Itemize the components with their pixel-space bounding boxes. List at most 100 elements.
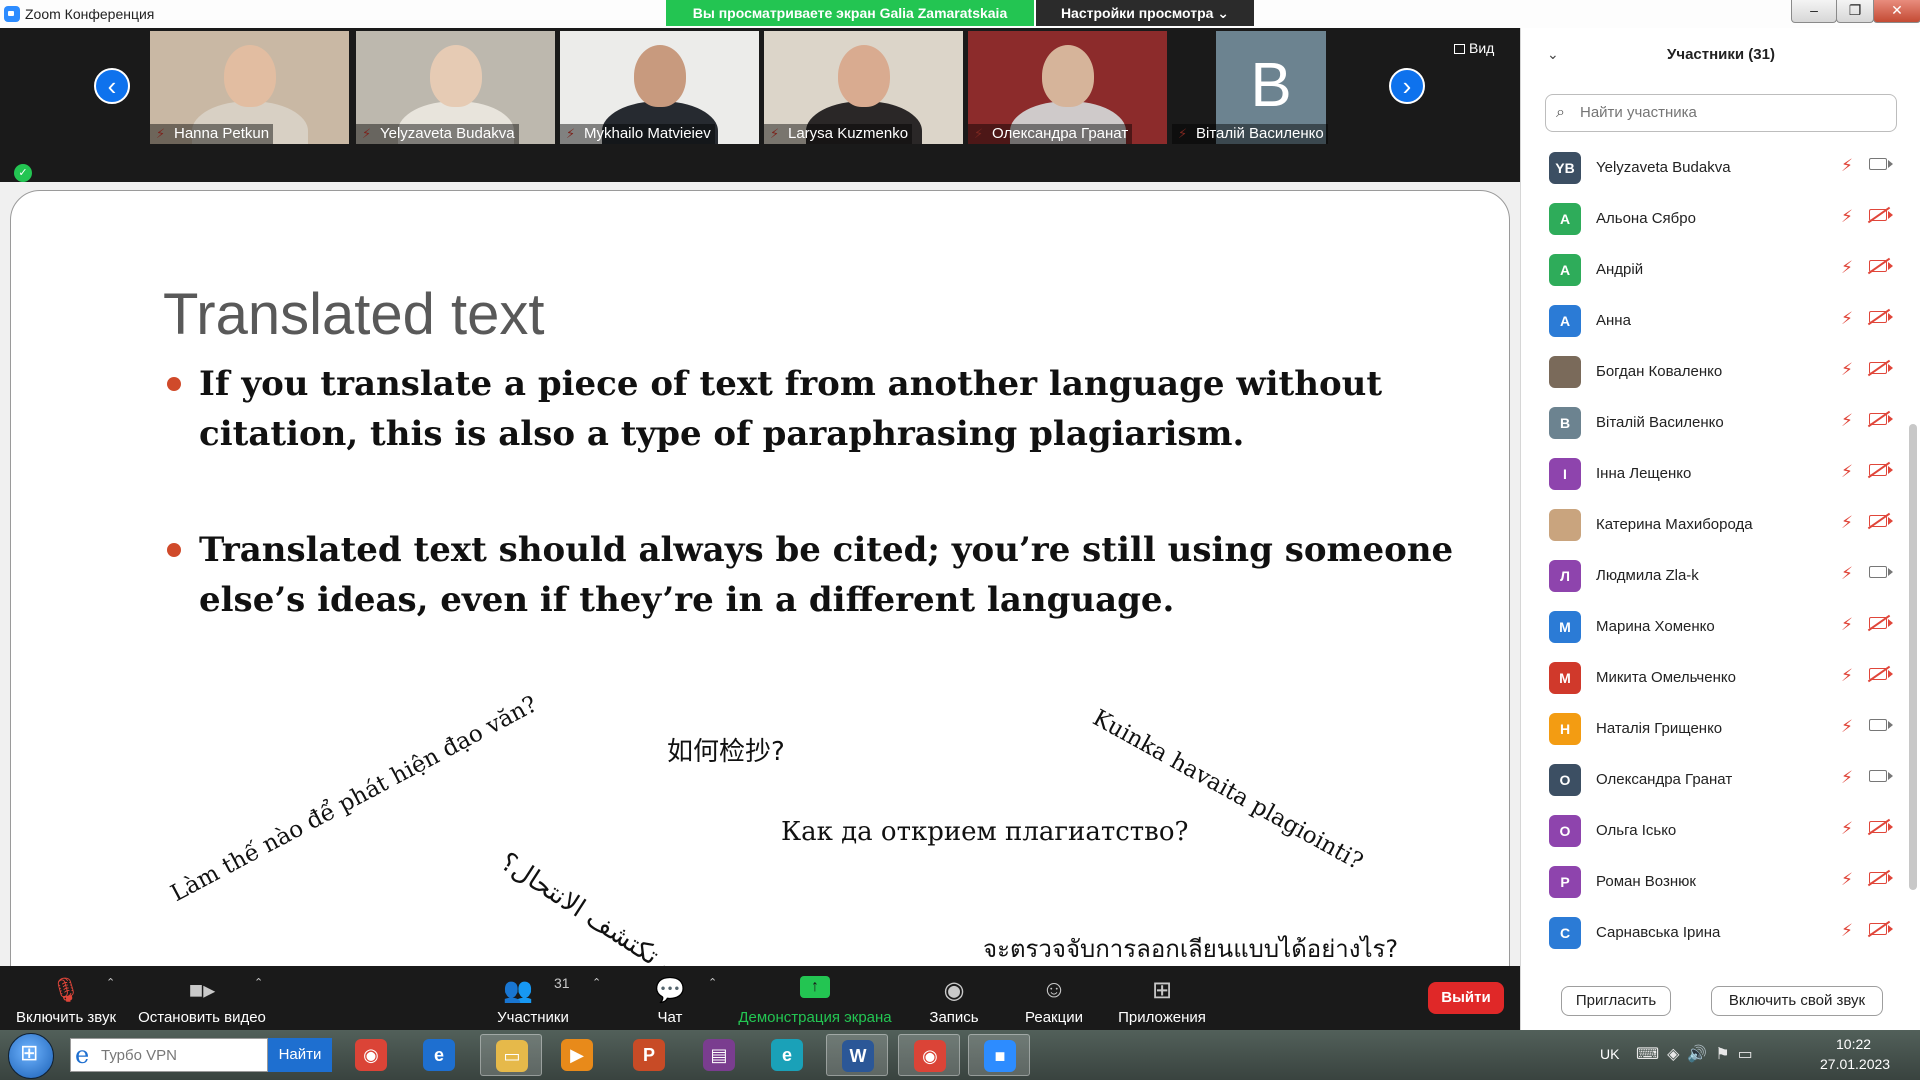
mic-muted-icon[interactable]: ⚡ <box>1841 156 1853 176</box>
invite-button[interactable]: Пригласить <box>1561 986 1671 1016</box>
camera-icon[interactable] <box>1869 770 1893 782</box>
mic-muted-icon[interactable]: ⚡ <box>1841 513 1853 533</box>
clock-time[interactable]: 10:22 <box>1836 1036 1871 1052</box>
flag-icon[interactable]: ⚑ <box>1715 1046 1737 1063</box>
maximize-button[interactable]: ❐ <box>1836 0 1874 23</box>
camera-off-icon[interactable] <box>1869 311 1893 323</box>
mic-muted-icon[interactable]: ⚡ <box>1841 258 1853 278</box>
reactions-button[interactable]: ☺ Реакции <box>1016 966 1092 1030</box>
participant-row[interactable]: С Сарнавська Ірина ⚡ <box>1521 909 1907 960</box>
audio-options-caret-icon[interactable]: ⌃ <box>106 976 115 989</box>
view-settings-dropdown[interactable]: Настройки просмотра ⌄ <box>1036 0 1254 26</box>
previous-page-arrow-icon[interactable]: ‹ <box>94 68 130 104</box>
camera-off-icon[interactable] <box>1869 362 1893 374</box>
camera-off-icon[interactable] <box>1869 617 1893 629</box>
participant-row[interactable]: Л Людмила Zla-k ⚡ <box>1521 552 1907 603</box>
participants-options-caret-icon[interactable]: ⌃ <box>592 976 601 989</box>
participant-row[interactable]: А Альона Сябро ⚡ <box>1521 195 1907 246</box>
mic-muted-icon[interactable]: ⚡ <box>1841 462 1853 482</box>
camera-off-icon[interactable] <box>1869 464 1893 476</box>
language-indicator[interactable]: UK <box>1600 1046 1619 1062</box>
participant-row[interactable]: І Інна Лещенко ⚡ <box>1521 450 1907 501</box>
participant-row[interactable]: О Ольга Ісько ⚡ <box>1521 807 1907 858</box>
camera-icon[interactable] <box>1869 566 1893 578</box>
taskbar-app-file-explorer[interactable]: ▭ <box>480 1034 542 1076</box>
mic-muted-icon[interactable]: ⚡ <box>1841 717 1853 737</box>
keyboard-icon[interactable]: ⌨ <box>1636 1046 1667 1063</box>
video-tile[interactable]: ⚡ Hanna Petkun <box>150 31 349 144</box>
camera-off-icon[interactable] <box>1869 260 1893 272</box>
participant-row[interactable]: В Віталій Василенко ⚡ <box>1521 399 1907 450</box>
security-shield-icon[interactable]: ✓ <box>14 164 32 182</box>
mic-muted-icon[interactable]: ⚡ <box>1841 768 1853 788</box>
mic-muted-icon[interactable]: ⚡ <box>1841 207 1853 227</box>
video-tile[interactable]: ⚡ Yelyzaveta Budakva <box>356 31 555 144</box>
taskbar-app-powerpoint[interactable]: P <box>618 1034 680 1076</box>
participant-row[interactable]: А Анна ⚡ <box>1521 297 1907 348</box>
participant-row[interactable]: Богдан Коваленко ⚡ <box>1521 348 1907 399</box>
participant-row[interactable]: А Андрій ⚡ <box>1521 246 1907 297</box>
mic-muted-icon[interactable]: ⚡ <box>1841 564 1853 584</box>
start-button[interactable] <box>8 1033 54 1079</box>
participant-row[interactable]: Р Роман Вознюк ⚡ <box>1521 858 1907 909</box>
chat-button[interactable]: 💬 ⌃ Чат <box>630 966 717 1030</box>
record-button[interactable]: ◉ Запись <box>918 966 990 1030</box>
participant-row[interactable]: YB Yelyzaveta Budakva ⚡ <box>1521 144 1907 195</box>
mic-muted-icon[interactable]: ⚡ <box>1841 411 1853 431</box>
panel-scrollbar[interactable] <box>1909 424 1917 890</box>
taskbar-app-media-player[interactable]: ▶ <box>546 1034 608 1076</box>
mic-muted-icon[interactable]: ⚡ <box>1841 309 1853 329</box>
video-tile[interactable]: ⚡ Mykhailo Matvieiev <box>560 31 759 144</box>
camera-icon[interactable] <box>1869 158 1893 170</box>
minimize-button[interactable]: – <box>1791 0 1837 23</box>
unmute-self-button[interactable]: Включить свой звук <box>1711 986 1883 1016</box>
close-button[interactable]: ✕ <box>1873 0 1920 23</box>
next-page-arrow-icon[interactable]: › <box>1389 68 1425 104</box>
participant-row[interactable]: О Олександра Гранат ⚡ <box>1521 756 1907 807</box>
taskbar-app-chrome-active[interactable]: ◉ <box>898 1034 960 1076</box>
chat-options-caret-icon[interactable]: ⌃ <box>708 976 717 989</box>
camera-off-icon[interactable] <box>1869 821 1893 833</box>
participant-row[interactable]: М Микита Омельченко ⚡ <box>1521 654 1907 705</box>
unmute-button[interactable]: 🎙 ⌃ Включить звук <box>0 966 132 1030</box>
participant-row[interactable]: Н Наталія Грищенко ⚡ <box>1521 705 1907 756</box>
apps-button[interactable]: ⊞ Приложения <box>1104 966 1220 1030</box>
camera-off-icon[interactable] <box>1869 515 1893 527</box>
participant-search-input[interactable]: ⌕ Найти участника <box>1545 94 1897 132</box>
taskbar-app-edge[interactable]: e <box>756 1034 818 1076</box>
stop-video-button[interactable]: ■▸ ⌃ Остановить видео <box>132 966 272 1030</box>
taskbar-app-chrome[interactable]: ◉ <box>340 1034 402 1076</box>
mic-muted-icon[interactable]: ⚡ <box>1841 666 1853 686</box>
taskbar-app-winrar[interactable]: ▤ <box>688 1034 750 1076</box>
share-screen-button[interactable]: ↑ Демонстрация экрана <box>730 966 900 1030</box>
video-tile[interactable]: ⚡ Larysa Kuzmenko <box>764 31 963 144</box>
volume-icon[interactable]: 🔊 <box>1687 1046 1715 1063</box>
camera-off-icon[interactable] <box>1869 413 1893 425</box>
mic-muted-icon[interactable]: ⚡ <box>1841 921 1853 941</box>
view-button[interactable]: Вид <box>1454 40 1494 56</box>
display-icon[interactable]: ▭ <box>1738 1046 1761 1063</box>
participants-button[interactable]: 👥 31 ⌃ Участники <box>478 966 601 1030</box>
camera-off-icon[interactable] <box>1869 209 1893 221</box>
video-options-caret-icon[interactable]: ⌃ <box>254 976 263 989</box>
mic-muted-icon[interactable]: ⚡ <box>1841 615 1853 635</box>
video-tile[interactable]: ⚡ Олександра Гранат <box>968 31 1167 144</box>
clock-date[interactable]: 27.01.2023 <box>1820 1056 1890 1072</box>
participant-row[interactable]: М Марина Хоменко ⚡ <box>1521 603 1907 654</box>
camera-off-icon[interactable] <box>1869 872 1893 884</box>
video-tile[interactable]: B ⚡ Віталій Василенко <box>1172 31 1371 144</box>
network-icon[interactable]: ◈ <box>1667 1046 1687 1063</box>
leave-button[interactable]: Выйти <box>1428 982 1504 1014</box>
mic-muted-icon[interactable]: ⚡ <box>1841 870 1853 890</box>
taskbar-app-word[interactable]: W <box>826 1034 888 1076</box>
mic-muted-icon[interactable]: ⚡ <box>1841 819 1853 839</box>
camera-off-icon[interactable] <box>1869 668 1893 680</box>
participant-row[interactable]: Катерина Махиборода ⚡ <box>1521 501 1907 552</box>
taskbar-search-input[interactable]: e Турбо VPN <box>70 1038 268 1072</box>
camera-icon[interactable] <box>1869 719 1893 731</box>
mic-muted-icon[interactable]: ⚡ <box>1841 360 1853 380</box>
taskbar-app-internet-explorer[interactable]: e <box>408 1034 470 1076</box>
taskbar-app-zoom[interactable]: ■ <box>968 1034 1030 1076</box>
taskbar-search-button[interactable]: Найти <box>268 1038 332 1072</box>
camera-off-icon[interactable] <box>1869 923 1893 935</box>
